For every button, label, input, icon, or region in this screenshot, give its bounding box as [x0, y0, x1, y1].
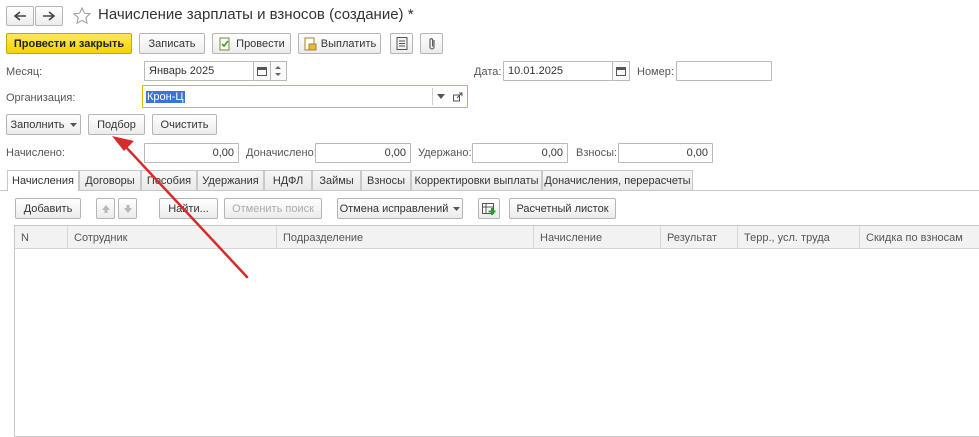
- month-label: Месяц:: [6, 66, 43, 78]
- paperclip-icon: [428, 37, 435, 50]
- dropdown-arrow-icon: [69, 122, 77, 127]
- number-field[interactable]: [676, 61, 772, 81]
- pay-button-label: Выплатить: [320, 37, 377, 50]
- withheld-label: Удержано:: [418, 147, 472, 159]
- cancel-corrections-label: Отмена исправлений: [339, 202, 449, 215]
- tab-contributions[interactable]: Взносы: [361, 170, 411, 190]
- fill-button-label: Заполнить: [10, 118, 65, 131]
- date-label: Дата:: [474, 66, 502, 78]
- contributions-label: Взносы:: [576, 147, 618, 159]
- column-header-employee[interactable]: Сотрудник: [68, 226, 277, 249]
- attach-files-button[interactable]: [420, 33, 443, 54]
- tab-contracts[interactable]: Договоры: [79, 170, 141, 190]
- accrued-label: Начислено:: [6, 147, 65, 159]
- tab-payment-adjustments[interactable]: Корректировки выплаты: [411, 170, 542, 190]
- tab-ndfl[interactable]: НДФЛ: [264, 170, 312, 190]
- pay-button[interactable]: Выплатить: [298, 33, 381, 54]
- accrued-value: 0,00: [144, 143, 239, 163]
- table-add-icon: [482, 202, 496, 215]
- cancel-corrections-button[interactable]: Отмена исправлений: [337, 198, 463, 219]
- tab-deductions[interactable]: Удержания: [197, 170, 264, 190]
- spinner-arrows-icon: [275, 66, 281, 76]
- post-and-close-button[interactable]: Провести и закрыть: [6, 33, 132, 54]
- save-button[interactable]: Записать: [139, 33, 205, 54]
- page-title: Начисление зарплаты и взносов (создание)…: [98, 6, 414, 23]
- withheld-value: 0,00: [472, 143, 568, 163]
- month-spinner[interactable]: [271, 61, 287, 81]
- move-up-button[interactable]: [96, 198, 115, 219]
- post-button-label: Провести: [236, 37, 285, 50]
- field-divider: [432, 88, 433, 105]
- month-field[interactable]: Январь 2025: [144, 61, 254, 81]
- clear-button[interactable]: Очистить: [152, 114, 217, 135]
- list-report-icon: [396, 37, 407, 50]
- arrow-left-icon: [13, 11, 26, 21]
- column-header-n[interactable]: N: [15, 226, 68, 249]
- calendar-button[interactable]: [254, 61, 271, 81]
- column-header-result[interactable]: Результат: [661, 226, 738, 249]
- calendar-icon: [616, 67, 626, 76]
- organization-field[interactable]: Крон-Ц: [142, 85, 468, 108]
- post-document-icon: [219, 37, 230, 50]
- forward-button[interactable]: [35, 6, 63, 26]
- arrow-right-icon: [43, 11, 56, 21]
- fill-button[interactable]: Заполнить: [6, 114, 81, 135]
- tab-accruals[interactable]: Начисления: [7, 170, 79, 191]
- tab-loans[interactable]: Займы: [312, 170, 361, 190]
- dropdown-arrow-icon: [453, 206, 461, 211]
- report-list-button[interactable]: [390, 33, 413, 54]
- add-button[interactable]: Добавить: [15, 198, 81, 219]
- organization-dropdown-button[interactable]: [434, 88, 448, 105]
- back-button[interactable]: [6, 6, 34, 26]
- calendar-icon: [257, 67, 267, 76]
- accruals-table[interactable]: [14, 225, 979, 437]
- column-header-accrual[interactable]: Начисление: [534, 226, 661, 249]
- select-button[interactable]: Подбор: [88, 114, 145, 135]
- organization-label: Организация:: [6, 92, 76, 104]
- favorite-star-icon[interactable]: [72, 6, 92, 26]
- open-link-icon: [452, 92, 462, 101]
- column-header-department[interactable]: Подразделение: [277, 226, 534, 249]
- arrow-up-icon: [101, 204, 110, 213]
- find-button[interactable]: Найти...: [159, 198, 218, 219]
- date-calendar-button[interactable]: [613, 61, 630, 81]
- organization-open-button[interactable]: [450, 88, 465, 105]
- payslip-button[interactable]: Расчетный листок: [509, 198, 616, 219]
- tabs-baseline: [0, 190, 979, 191]
- cancel-search-button[interactable]: Отменить поиск: [224, 198, 322, 219]
- column-header-contribution-discount[interactable]: Скидка по взносам: [860, 226, 979, 249]
- post-button[interactable]: Провести: [212, 33, 291, 54]
- organization-value: Крон-Ц: [146, 90, 185, 103]
- date-field[interactable]: 10.01.2025: [503, 61, 613, 81]
- move-down-button[interactable]: [118, 198, 137, 219]
- pay-document-icon: [304, 37, 317, 50]
- additional-label: Доначислено:: [246, 147, 317, 159]
- arrow-down-icon: [123, 204, 132, 213]
- tab-recalculations[interactable]: Доначисления, перерасчеты: [542, 170, 693, 190]
- tab-benefits[interactable]: Пособия: [141, 170, 197, 190]
- contributions-value: 0,00: [618, 143, 713, 163]
- additional-value: 0,00: [315, 143, 411, 163]
- table-settings-button[interactable]: [478, 198, 500, 219]
- number-label: Номер:: [637, 66, 674, 78]
- column-header-work-conditions[interactable]: Терр., усл. труда: [738, 226, 860, 249]
- dropdown-arrow-icon: [437, 94, 445, 99]
